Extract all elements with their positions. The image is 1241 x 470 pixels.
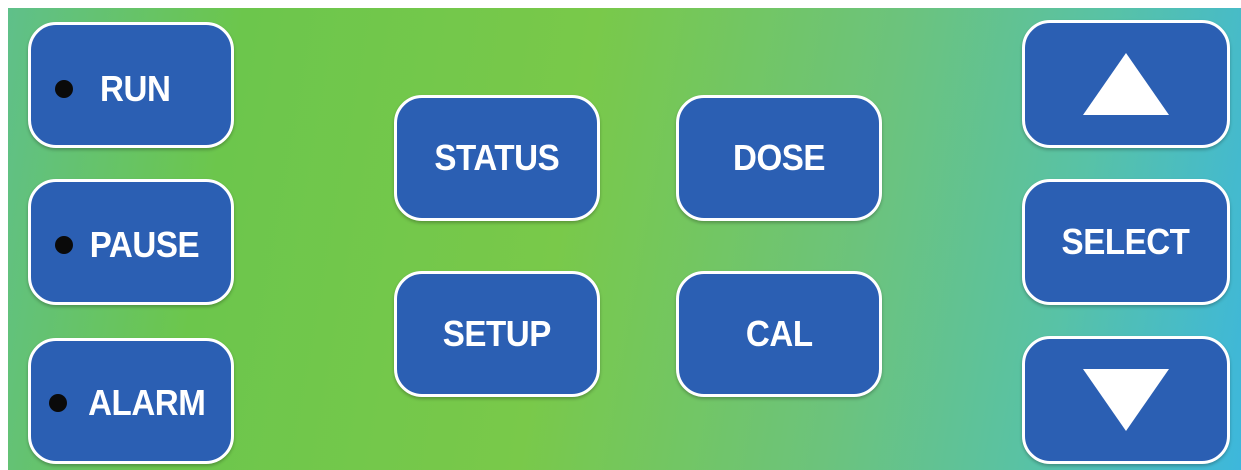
- cal-label: CAL: [745, 313, 813, 354]
- cal-button[interactable]: CAL: [676, 271, 882, 397]
- select-label: SELECT: [1062, 221, 1190, 262]
- setup-button[interactable]: SETUP: [394, 271, 600, 397]
- status-label: STATUS: [434, 137, 560, 178]
- alarm-led-indicator: [49, 394, 67, 412]
- up-arrow-button[interactable]: [1022, 20, 1230, 148]
- alarm-button[interactable]: ALARM: [28, 338, 234, 464]
- pause-button[interactable]: PAUSE: [28, 179, 234, 305]
- status-button[interactable]: STATUS: [394, 95, 600, 221]
- alarm-label: ALARM: [88, 382, 206, 423]
- dose-button[interactable]: DOSE: [676, 95, 882, 221]
- control-panel: RUN PAUSE ALARM STATUS DOSE SETUP CAL SE…: [8, 8, 1241, 470]
- triangle-down-icon: [1083, 369, 1169, 431]
- run-led-indicator: [55, 80, 73, 98]
- pause-led-indicator: [55, 236, 73, 254]
- run-label: RUN: [100, 68, 171, 109]
- down-arrow-button[interactable]: [1022, 336, 1230, 464]
- select-button[interactable]: SELECT: [1022, 179, 1230, 305]
- run-button[interactable]: RUN: [28, 22, 234, 148]
- setup-label: SETUP: [442, 313, 552, 354]
- triangle-up-icon: [1083, 53, 1169, 115]
- dose-label: DOSE: [732, 137, 826, 178]
- pause-label: PAUSE: [89, 224, 200, 265]
